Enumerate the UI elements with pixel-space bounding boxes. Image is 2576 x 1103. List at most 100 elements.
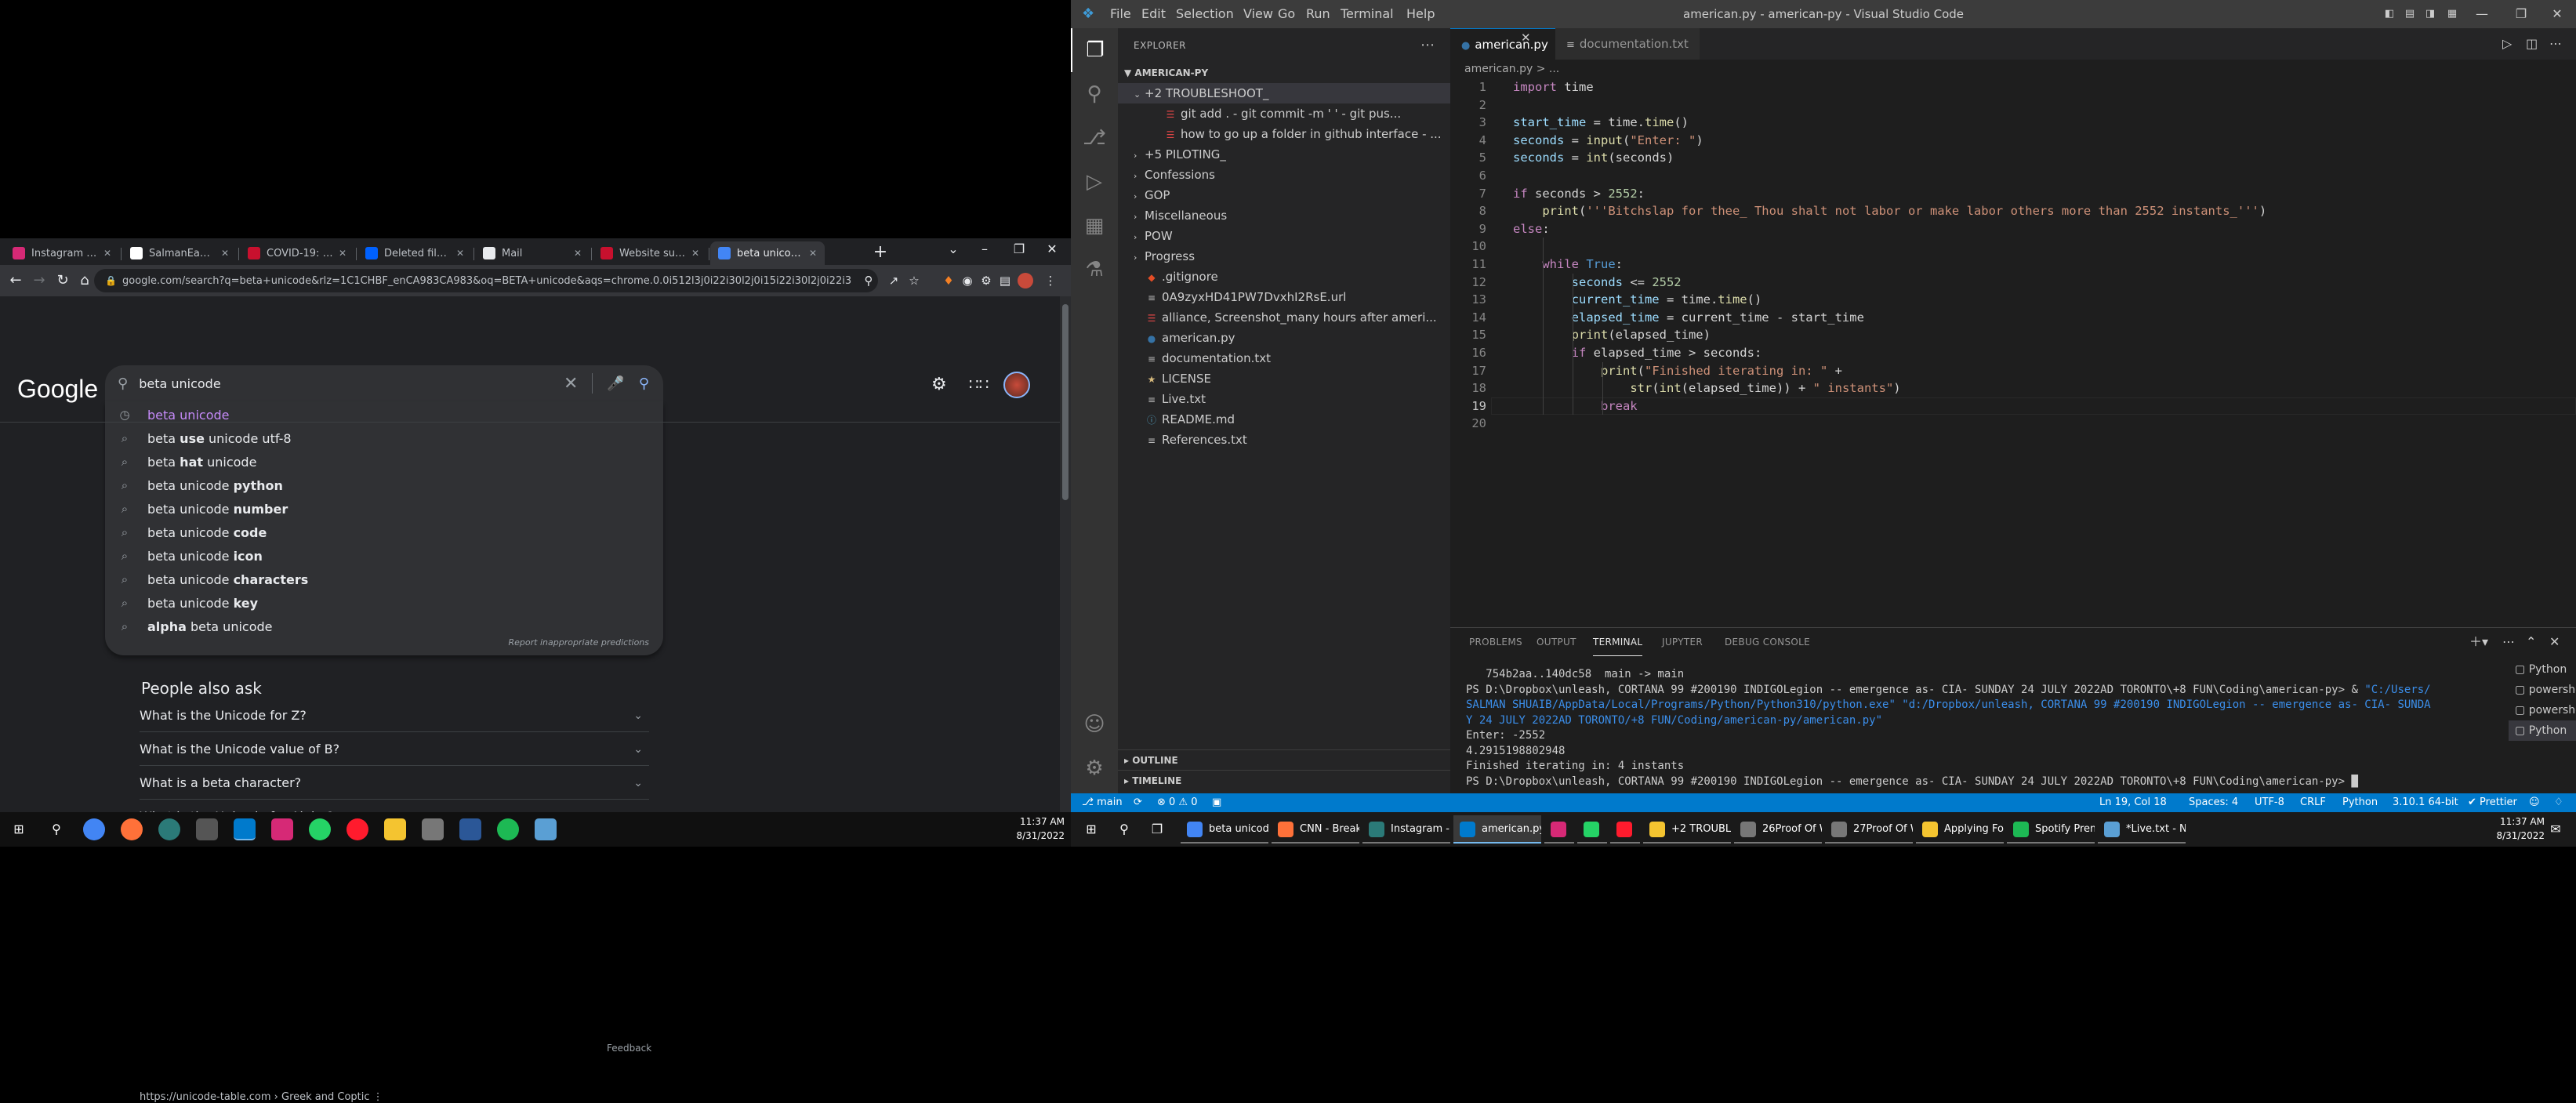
browser-tab[interactable]: Website survey ✕: [593, 241, 707, 265]
report-predictions-link[interactable]: Report inappropriate predictions: [509, 637, 649, 648]
taskbar-button[interactable]: Applying For ...: [1916, 815, 2004, 844]
tab-close-icon[interactable]: ✕: [456, 248, 464, 259]
clock[interactable]: 11:37 AM 8/31/2022: [1016, 815, 1065, 843]
location-icon[interactable]: ⚲: [861, 273, 876, 288]
branch-status[interactable]: ⎇ main: [1082, 793, 1123, 812]
taskbar-button[interactable]: [1577, 815, 1607, 844]
accounts-icon[interactable]: ☺: [1071, 702, 1118, 746]
run-debug-icon[interactable]: ▷: [1071, 160, 1118, 204]
task-view-icon[interactable]: ❐: [1146, 818, 1168, 840]
minimize-icon[interactable]: —: [2466, 0, 2498, 28]
windows-start-icon[interactable]: ⊞: [1080, 818, 1102, 840]
app-icon[interactable]: [196, 818, 218, 840]
trash-icon[interactable]: ⋯: [2502, 628, 2515, 656]
workspace-folder[interactable]: ▼ AMERICAN-PY: [1118, 63, 1450, 83]
menu-selection[interactable]: Selection: [1176, 0, 1234, 28]
menu-terminal[interactable]: Terminal: [1341, 0, 1394, 28]
tree-item[interactable]: › Miscellaneous: [1118, 205, 1450, 226]
testing-icon[interactable]: ⚗: [1071, 248, 1118, 292]
tab-close-icon[interactable]: ✕: [691, 248, 699, 259]
suggestion-item[interactable]: ⌕ alpha beta unicode: [105, 615, 663, 638]
terminal-instance[interactable]: ▢ powershell: [2509, 680, 2576, 700]
close-panel-icon[interactable]: ✕: [2549, 628, 2560, 656]
scrollbar-thumb[interactable]: [1062, 304, 1068, 500]
extension-grammarly-icon[interactable]: ◉: [960, 273, 975, 288]
search-icon[interactable]: ⚲: [1071, 72, 1118, 116]
panel-tab-output[interactable]: OUTPUT: [1537, 628, 1576, 656]
tree-item[interactable]: › +5 PILOTING_: [1118, 144, 1450, 165]
port-forward-icon[interactable]: ▣: [1212, 793, 1221, 812]
browser-tab[interactable]: Deleted files - D ✕: [357, 241, 472, 265]
sync-icon[interactable]: ⟳: [1134, 793, 1142, 812]
suggestion-item[interactable]: ⌕ beta unicode python: [105, 473, 663, 497]
google-logo[interactable]: Google: [17, 375, 98, 404]
apps-grid-icon[interactable]: ∷∷: [969, 375, 989, 394]
code-editor[interactable]: 1 import time 2 3 start_time = time.time() 4 s…: [1450, 78, 2576, 627]
menu-help[interactable]: Help: [1406, 0, 1435, 28]
interpreter-status[interactable]: 3.10.1 64-bit: [2393, 793, 2458, 812]
question-item[interactable]: What is the Unicode value of B? ⌄: [140, 733, 649, 766]
indentation-status[interactable]: Spaces: 4: [2189, 793, 2238, 812]
clock[interactable]: 11:37 AM 8/31/2022: [2496, 815, 2545, 843]
tab-close-icon[interactable]: ✕: [1521, 29, 1531, 47]
tab-search-icon[interactable]: ⌄: [938, 241, 969, 256]
timeline-section[interactable]: ▸ TIMELINE: [1118, 770, 1450, 790]
tab-close-icon[interactable]: ✕: [221, 248, 229, 259]
outline-section[interactable]: ▸ OUTLINE: [1118, 749, 1450, 770]
instagram-app-icon[interactable]: [271, 818, 293, 840]
opera-app-icon[interactable]: [346, 818, 368, 840]
profile-avatar-icon[interactable]: [1018, 273, 1033, 288]
panel-tab-terminal[interactable]: TERMINAL: [1593, 628, 1643, 656]
menu-view[interactable]: View: [1243, 0, 1273, 28]
share-icon[interactable]: ↗: [886, 273, 902, 288]
chrome-menu-icon[interactable]: ⋮: [1043, 273, 1058, 288]
maximize-icon[interactable]: ❐: [2505, 0, 2537, 28]
split-editor-icon[interactable]: ◫: [2526, 28, 2538, 60]
feedback-link[interactable]: Feedback: [607, 1043, 651, 1054]
tree-item[interactable]: ≡ 0A9zyxHD41PW7DvxhI2RsE.url: [1118, 287, 1450, 307]
chrome-app-icon[interactable]: [83, 818, 105, 840]
suggestion-item[interactable]: ⌕ beta unicode number: [105, 497, 663, 521]
browser-tab[interactable]: Mail ✕: [475, 241, 590, 265]
forward-icon[interactable]: →: [30, 271, 49, 290]
vscode-app-icon[interactable]: [234, 818, 256, 840]
taskbar-button[interactable]: beta unicode -...: [1181, 815, 1268, 844]
taskbar-button[interactable]: 26Proof Of W...: [1734, 815, 1822, 844]
browser-tab[interactable]: beta unicode - G ✕: [710, 241, 825, 265]
page-scrollbar[interactable]: [1060, 296, 1071, 812]
editor-more-icon[interactable]: ⋯: [2549, 28, 2562, 60]
tree-item[interactable]: ⓘ README.md: [1118, 409, 1450, 430]
extensions-icon[interactable]: ▦: [1071, 204, 1118, 248]
file-explorer-icon[interactable]: [384, 818, 406, 840]
whatsapp-app-icon[interactable]: [309, 818, 331, 840]
cursor-position[interactable]: Ln 19, Col 18: [2099, 793, 2167, 812]
search-box[interactable]: ⚲ beta unicode ✕ 🎤 ⚲: [105, 365, 663, 401]
editor-tab[interactable]: ● american.py ✕: [1450, 28, 1560, 60]
taskbar-button[interactable]: american.py -...: [1453, 815, 1541, 844]
notepad-app-icon[interactable]: [535, 818, 557, 840]
terminal-instance[interactable]: ▢ Python: [2509, 720, 2576, 741]
taskbar-button[interactable]: [1610, 815, 1640, 844]
maximize-panel-icon[interactable]: ⌃: [2526, 628, 2536, 656]
tree-item[interactable]: ★ LICENSE: [1118, 368, 1450, 389]
tree-item[interactable]: ⌄ +2 TROUBLESHOOT_: [1118, 83, 1450, 103]
question-item[interactable]: What is the Unicode for Z? ⌄: [140, 699, 649, 732]
firefox-app-icon[interactable]: [121, 818, 143, 840]
tree-item[interactable]: ≡ References.txt: [1118, 430, 1450, 450]
tab-close-icon[interactable]: ✕: [103, 248, 111, 259]
problems-status[interactable]: ⊗ 0 ⚠ 0: [1157, 793, 1198, 812]
notification-center-icon[interactable]: ✉: [2545, 818, 2567, 840]
taskbar-button[interactable]: CNN - Breaki...: [1272, 815, 1359, 844]
maximize-icon[interactable]: ❐: [1003, 241, 1035, 256]
search-submit-icon[interactable]: ⚲: [639, 376, 649, 392]
new-terminal-icon[interactable]: ＋▾: [2469, 628, 2488, 656]
taskbar-button[interactable]: *Live.txt - No...: [2098, 815, 2186, 844]
tree-item[interactable]: ● american.py: [1118, 328, 1450, 348]
tree-item[interactable]: › POW: [1118, 226, 1450, 246]
windows-start-icon[interactable]: ⊞: [8, 818, 30, 840]
suggestion-item[interactable]: ⌕ beta unicode icon: [105, 544, 663, 568]
browser-tab[interactable]: COVID-19: Finan ✕: [240, 241, 354, 265]
menu-edit[interactable]: Edit: [1141, 0, 1166, 28]
run-python-icon[interactable]: ▷: [2502, 28, 2512, 60]
notifications-bell-icon[interactable]: ♢: [2554, 793, 2563, 812]
